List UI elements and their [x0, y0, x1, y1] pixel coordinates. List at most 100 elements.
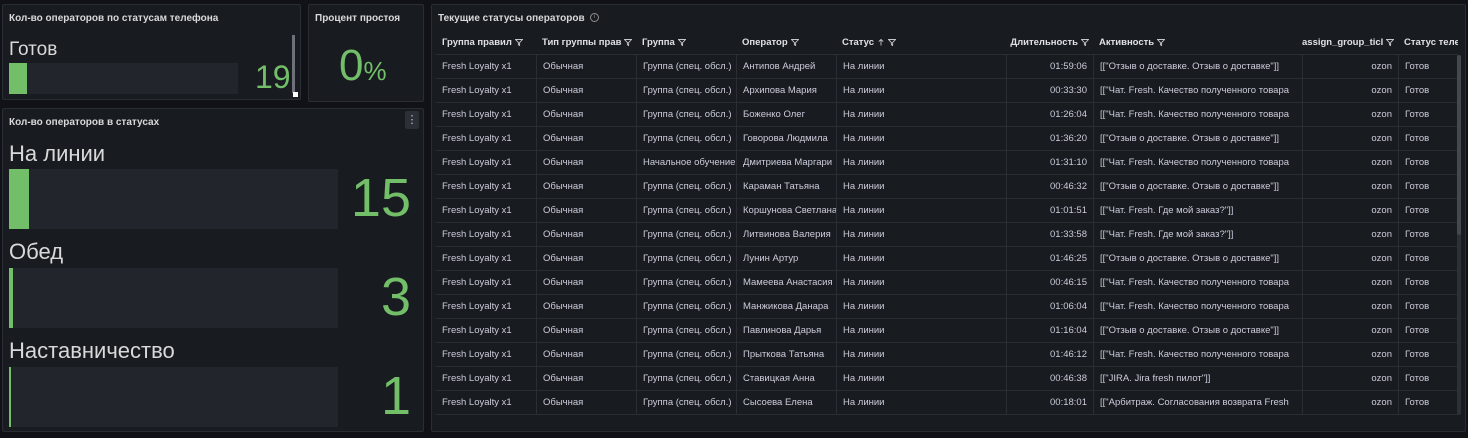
table-row[interactable]: Fresh Loyalty x1 Обычная Начальное обучени… — [436, 151, 1458, 175]
table-cell: Мамеева Анастасия — [736, 271, 836, 295]
table-cell: Fresh Loyalty x1 — [442, 61, 512, 72]
column-header[interactable]: assign_group_ticl — [1302, 31, 1398, 55]
table-cell: [["Чат. Fresh. Где мой заказ?"]] — [1093, 199, 1302, 223]
table-cell: Fresh Loyalty x1 — [442, 85, 512, 96]
table-cell: Обычная — [536, 319, 636, 343]
table-cell: Группа (спец. обсл.) — [636, 319, 736, 343]
table-row[interactable]: Fresh Loyalty x1 Обычная Группа (спец. обс… — [436, 223, 1458, 247]
table-cell: [["Чат. Fresh. Качество полученного това… — [1093, 295, 1302, 319]
table-cell: Готов — [1398, 391, 1458, 415]
column-header[interactable]: Статус — [836, 31, 1006, 55]
filter-icon[interactable] — [1386, 39, 1395, 46]
table-row[interactable]: Fresh Loyalty x1 Обычная Группа (спец. обс… — [436, 391, 1458, 415]
table-cell: Группа (спец. обсл.) — [636, 79, 736, 103]
group-value: 3 — [380, 267, 411, 327]
table-cell: [["Отзыв о доставке. Отзыв о доставке"]] — [1093, 247, 1302, 271]
table-row[interactable]: Fresh Loyalty x1 Обычная Группа (спец. обс… — [436, 295, 1458, 319]
table-cell: 00:33:30 — [1006, 79, 1093, 103]
panel-title: Кол-во операторов в статусах — [9, 117, 160, 128]
table-cell: 00:46:32 — [1006, 175, 1093, 199]
filter-icon[interactable] — [790, 39, 799, 46]
column-header[interactable]: Оператор — [736, 31, 836, 55]
panel-menu-button[interactable]: ⋮ — [405, 111, 419, 129]
column-header[interactable]: Группа правил — [436, 31, 536, 55]
table-cell: Fresh Loyalty x1 — [442, 229, 512, 240]
table-cell: ozon — [1302, 271, 1398, 295]
scrollbar-thumb[interactable] — [1457, 55, 1461, 235]
sort-ascending-icon[interactable] — [877, 39, 885, 46]
table-row[interactable]: Fresh Loyalty x1 Обычная Группа (спец. обс… — [436, 199, 1458, 223]
group-bar-fill — [9, 268, 13, 328]
filter-icon[interactable] — [514, 39, 523, 46]
resize-handle[interactable] — [293, 92, 298, 97]
table-cell: Группа (спец. обсл.) — [636, 199, 736, 223]
filter-icon[interactable] — [677, 39, 686, 46]
table-cell: ozon — [1302, 247, 1398, 271]
table-cell: На линии — [836, 295, 1006, 319]
column-header[interactable]: Длительность — [1006, 31, 1093, 55]
column-header-label: Статус — [842, 37, 875, 48]
operators-table: Группа правил Тип группы прав Группа Операт… — [436, 31, 1458, 427]
column-header-label: Тип группы прав — [542, 37, 622, 48]
table-cell: 00:46:38 — [1006, 367, 1093, 391]
scrollbar[interactable] — [292, 35, 295, 93]
table-cell: ozon — [1302, 55, 1398, 79]
table-row[interactable]: Fresh Loyalty x1 Обычная Группа (спец. обс… — [436, 343, 1458, 367]
column-header[interactable]: Активность — [1093, 31, 1302, 55]
table-cell: Лунин Артур — [736, 247, 836, 271]
table-row[interactable]: Fresh Loyalty x1 Обычная Группа (спец. обс… — [436, 319, 1458, 343]
filter-icon[interactable] — [624, 39, 633, 46]
table-cell: 01:59:06 — [1006, 55, 1093, 79]
table-cell: Манжикова Данара — [736, 295, 836, 319]
column-header-label: Длительность — [1010, 37, 1078, 48]
table-cell: Боженко Олег — [736, 103, 836, 127]
table-row[interactable]: Fresh Loyalty x1 Обычная Группа (спец. обс… — [436, 79, 1458, 103]
table-cell: Антипов Андрей — [736, 55, 836, 79]
table-cell: Группа (спец. обсл.) — [636, 391, 736, 415]
filter-icon[interactable] — [888, 39, 897, 46]
table-cell: На линии — [836, 271, 1006, 295]
table-cell: Коршунова Светлана — [736, 199, 836, 223]
table-cell: Архипова Мария — [736, 79, 836, 103]
table-cell: [["Чат. Fresh. Где мой заказ?"]] — [1093, 223, 1302, 247]
table-cell: Группа (спец. обсл.) — [636, 103, 736, 127]
filter-icon[interactable] — [1157, 39, 1166, 46]
table-cell: [["Арбитраж. Согласования возврата Fresh — [1093, 391, 1302, 415]
table-cell: Обычная — [536, 199, 636, 223]
table-cell: Обычная — [536, 271, 636, 295]
table-cell: [["Отзыв о доставке. Отзыв о доставке"]] — [1093, 175, 1302, 199]
table-cell: [["Чат. Fresh. Качество полученного това… — [1093, 151, 1302, 175]
status-value: 19 — [255, 59, 291, 95]
column-header-label: Группа — [642, 37, 675, 48]
table-cell: Караман Татьяна — [736, 175, 836, 199]
table-row[interactable]: Fresh Loyalty x1 Обычная Группа (спец. обс… — [436, 367, 1458, 391]
table-row[interactable]: Fresh Loyalty x1 Обычная Группа (спец. обс… — [436, 271, 1458, 295]
table-cell: Обычная — [536, 247, 636, 271]
group-label: Наставничество — [9, 338, 175, 363]
table-cell: Fresh Loyalty x1 — [442, 325, 512, 336]
table-row[interactable]: Fresh Loyalty x1 Обычная Группа (спец. обс… — [436, 55, 1458, 79]
table-cell: Группа (спец. обсл.) — [636, 127, 736, 151]
column-header[interactable]: Группа — [636, 31, 736, 55]
table-cell: 00:46:15 — [1006, 271, 1093, 295]
table-cell: 00:18:01 — [1006, 391, 1093, 415]
table-row[interactable]: Fresh Loyalty x1 Обычная Группа (спец. обс… — [436, 175, 1458, 199]
column-header[interactable]: Статус теле — [1398, 31, 1458, 55]
table-cell: На линии — [836, 247, 1006, 271]
table-cell: Готов — [1398, 55, 1458, 79]
table-cell: Обычная — [536, 343, 636, 367]
info-icon[interactable]: i — [590, 13, 599, 22]
table-cell: ozon — [1302, 223, 1398, 247]
idle-percent-panel: Процент простоя 0% — [308, 4, 424, 102]
table-row[interactable]: Fresh Loyalty x1 Обычная Группа (спец. обс… — [436, 127, 1458, 151]
table-cell: ozon — [1302, 343, 1398, 367]
column-header[interactable]: Тип группы прав — [536, 31, 636, 55]
table-scrollbar[interactable] — [1457, 55, 1461, 415]
column-header-label: Группа правил — [442, 37, 512, 48]
table-cell: Обычная — [536, 127, 636, 151]
group-bar-fill — [9, 367, 11, 427]
phone-status-panel: Кол-во операторов по статусам телефона Г… — [2, 4, 301, 100]
table-row[interactable]: Fresh Loyalty x1 Обычная Группа (спец. обс… — [436, 247, 1458, 271]
table-row[interactable]: Fresh Loyalty x1 Обычная Группа (спец. обс… — [436, 103, 1458, 127]
filter-icon[interactable] — [1081, 39, 1089, 46]
